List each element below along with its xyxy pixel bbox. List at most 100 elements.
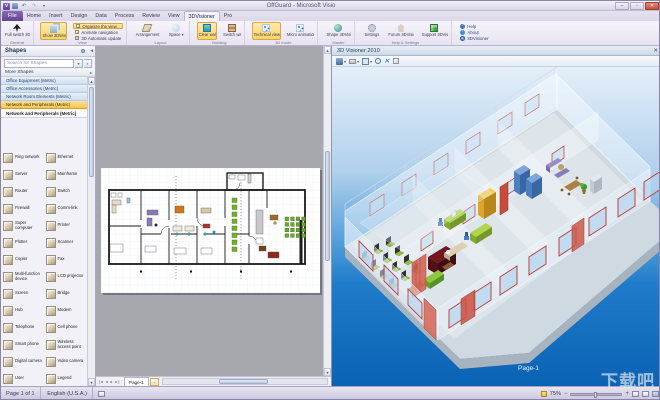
space-button[interactable]: Space ▾ — [165, 22, 187, 40]
shape-item[interactable]: Bridge — [45, 285, 88, 302]
full-switch-3d-button[interactable]: Full switch 3Dview — [3, 22, 31, 40]
settings-button[interactable]: Settings — [362, 22, 382, 40]
shape-item[interactable]: Switch — [45, 183, 88, 200]
macro-record-icon[interactable] — [541, 391, 547, 397]
zoom-slider[interactable] — [570, 393, 622, 396]
shape-item[interactable]: Mainframe — [45, 166, 88, 183]
shape-item[interactable]: Super computer — [2, 217, 45, 234]
display-icon[interactable]: ▾ — [362, 58, 372, 65]
shape-item[interactable]: Ethernet — [45, 149, 88, 166]
save-icon[interactable]: ▾ — [336, 58, 346, 65]
tab-insert[interactable]: Insert — [45, 11, 66, 21]
support-button[interactable]: Support 3DVisioner — [420, 22, 449, 40]
tab-pro[interactable]: Pro — [220, 11, 236, 21]
canvas-vertical-scrollbar[interactable]: ▲ ▼ — [323, 46, 331, 376]
3dvisioner-site-link[interactable]: 3DVisioner — [460, 35, 488, 41]
shape-item[interactable]: Scanner — [45, 234, 88, 251]
insert-page-icon[interactable]: + — [150, 378, 159, 386]
shape-item[interactable]: Video camera — [45, 353, 88, 370]
zoom-level[interactable]: 75% — [550, 391, 561, 397]
zoom-window-icon[interactable] — [375, 58, 381, 64]
technical-view-button[interactable]: Technical view (3D) — [252, 22, 281, 40]
shapes-scrollbar[interactable]: ▲ ▼ — [87, 77, 95, 386]
shape-item[interactable]: Digital camera — [2, 353, 45, 370]
technical-view-icon — [262, 24, 270, 32]
tab-process[interactable]: Process — [111, 11, 138, 21]
scrollbar-thumb[interactable] — [219, 379, 268, 384]
arrangement-button[interactable]: Arrangement ▾ — [134, 22, 161, 40]
drawing-canvas[interactable]: ▲ ▼ ❘◂ ◂ ▸ ▸❘ Page-1 + — [96, 46, 331, 386]
viewer-title-bar[interactable]: 3D Visioner 2010 ✕ — [332, 46, 660, 56]
shape-item[interactable]: Fax — [45, 251, 88, 268]
shape-item[interactable]: Cell phone — [45, 319, 88, 336]
shape-item[interactable]: Multi-function device — [2, 268, 45, 285]
switch-walls-button[interactable]: Switch walls — [221, 22, 242, 40]
shape-item[interactable]: LCD projector — [45, 268, 88, 285]
viewer-close-icon[interactable]: ✕ — [653, 46, 658, 56]
scrollbar-thumb[interactable] — [89, 87, 94, 177]
shape-item[interactable]: Legend — [45, 370, 88, 386]
panel-collapse-icon[interactable]: ◂ — [90, 46, 93, 57]
active-stencil-header[interactable]: Network and Peripherals (Metric) — [1, 109, 95, 118]
shape-item[interactable]: Copier — [2, 251, 45, 268]
scroll-up-icon[interactable]: ▲ — [324, 46, 331, 54]
clear-walls-button[interactable]: Clear walls — [197, 22, 217, 40]
shape-item[interactable]: User — [2, 370, 45, 386]
scroll-up-icon[interactable]: ▲ — [88, 77, 95, 85]
animate-navigation-checkbox[interactable]: ✓ Animate navigation — [73, 29, 123, 35]
scroll-down-icon[interactable]: ▼ — [324, 368, 331, 376]
tab-review[interactable]: Review — [138, 11, 164, 21]
search-icon[interactable]: ⌕ — [84, 59, 92, 68]
zoom-slider-thumb[interactable] — [594, 392, 597, 398]
search-input[interactable] — [4, 59, 74, 68]
shape-item[interactable]: Server — [2, 166, 45, 183]
stencil-bar[interactable]: Office Equipment (Metric) — [1, 77, 95, 85]
tab-home[interactable]: Home — [23, 11, 45, 21]
minimize-button[interactable]: – — [615, 2, 629, 10]
tab-file[interactable]: File — [2, 11, 23, 21]
language-status[interactable]: English (U.S.A.) — [42, 387, 93, 400]
fullscreen-icon[interactable] — [393, 58, 399, 64]
shape-item[interactable]: Wireless access point — [45, 336, 88, 353]
more-shapes-button[interactable]: More Shapes▸ — [1, 69, 95, 77]
fit-icon[interactable]: ✕ — [384, 58, 389, 65]
forum-button[interactable]: Forum 3DVisioner — [386, 22, 415, 40]
search-dropdown-icon[interactable]: ▾ — [75, 59, 83, 68]
zoom-out-icon[interactable]: − — [564, 388, 568, 400]
scroll-down-icon[interactable]: ▼ — [88, 378, 95, 386]
3d-viewport[interactable]: Page-1 — [332, 67, 660, 386]
shape-item[interactable]: Modem — [45, 302, 88, 319]
shape-item[interactable]: Plotter — [2, 234, 45, 251]
page-tab[interactable]: Page-1 — [124, 377, 149, 386]
tab-3dvisioner[interactable]: 3DVisioner — [184, 11, 220, 21]
maximize-button[interactable]: ▫ — [630, 2, 644, 10]
shape-item[interactable]: Printer — [45, 217, 88, 234]
drawing-page[interactable] — [101, 168, 320, 293]
last-page-icon[interactable]: ▸❘ — [114, 379, 122, 384]
shape-item[interactable]: Hub — [2, 302, 45, 319]
shape-3dvisioner-button[interactable]: Shape 3DVisioner — [324, 22, 352, 40]
spellcheck-icon[interactable] — [95, 387, 108, 400]
micro-animation-button[interactable]: Micro animation (3D) — [285, 22, 315, 40]
shape-item[interactable]: Router — [2, 183, 45, 200]
shape-item[interactable]: Smart phone — [2, 336, 45, 353]
print-icon[interactable]: ▾ — [349, 58, 359, 65]
canvas-horizontal-scrollbar[interactable] — [162, 378, 328, 385]
scrollbar-thumb[interactable] — [325, 151, 330, 261]
shape-item[interactable]: Firewall — [2, 200, 45, 217]
shape-item[interactable]: Comm-link — [45, 200, 88, 217]
stencil-bar[interactable]: Office Accessories (Metric) — [1, 85, 95, 93]
shape-item[interactable]: Ring network — [2, 149, 45, 166]
tab-view[interactable]: View — [164, 11, 184, 21]
tab-data[interactable]: Data — [91, 11, 110, 21]
pin-icon[interactable] — [81, 49, 85, 53]
show-3d-window-button[interactable]: Show 3DWindow — [40, 22, 67, 40]
first-page-icon[interactable]: ❘◂ — [96, 379, 104, 384]
shape-item[interactable]: Screen — [2, 285, 45, 302]
close-button[interactable]: ✕ — [645, 2, 659, 10]
shape-item[interactable]: Telephone — [2, 319, 45, 336]
stencil-bar[interactable]: Network Room Elements (Metric) — [1, 93, 95, 101]
page-count-status[interactable]: Page 1 of 1 — [1, 387, 41, 400]
stencil-bar[interactable]: Network and Peripherals (Metric)▲▼ — [1, 101, 95, 109]
tab-design[interactable]: Design — [67, 11, 92, 21]
